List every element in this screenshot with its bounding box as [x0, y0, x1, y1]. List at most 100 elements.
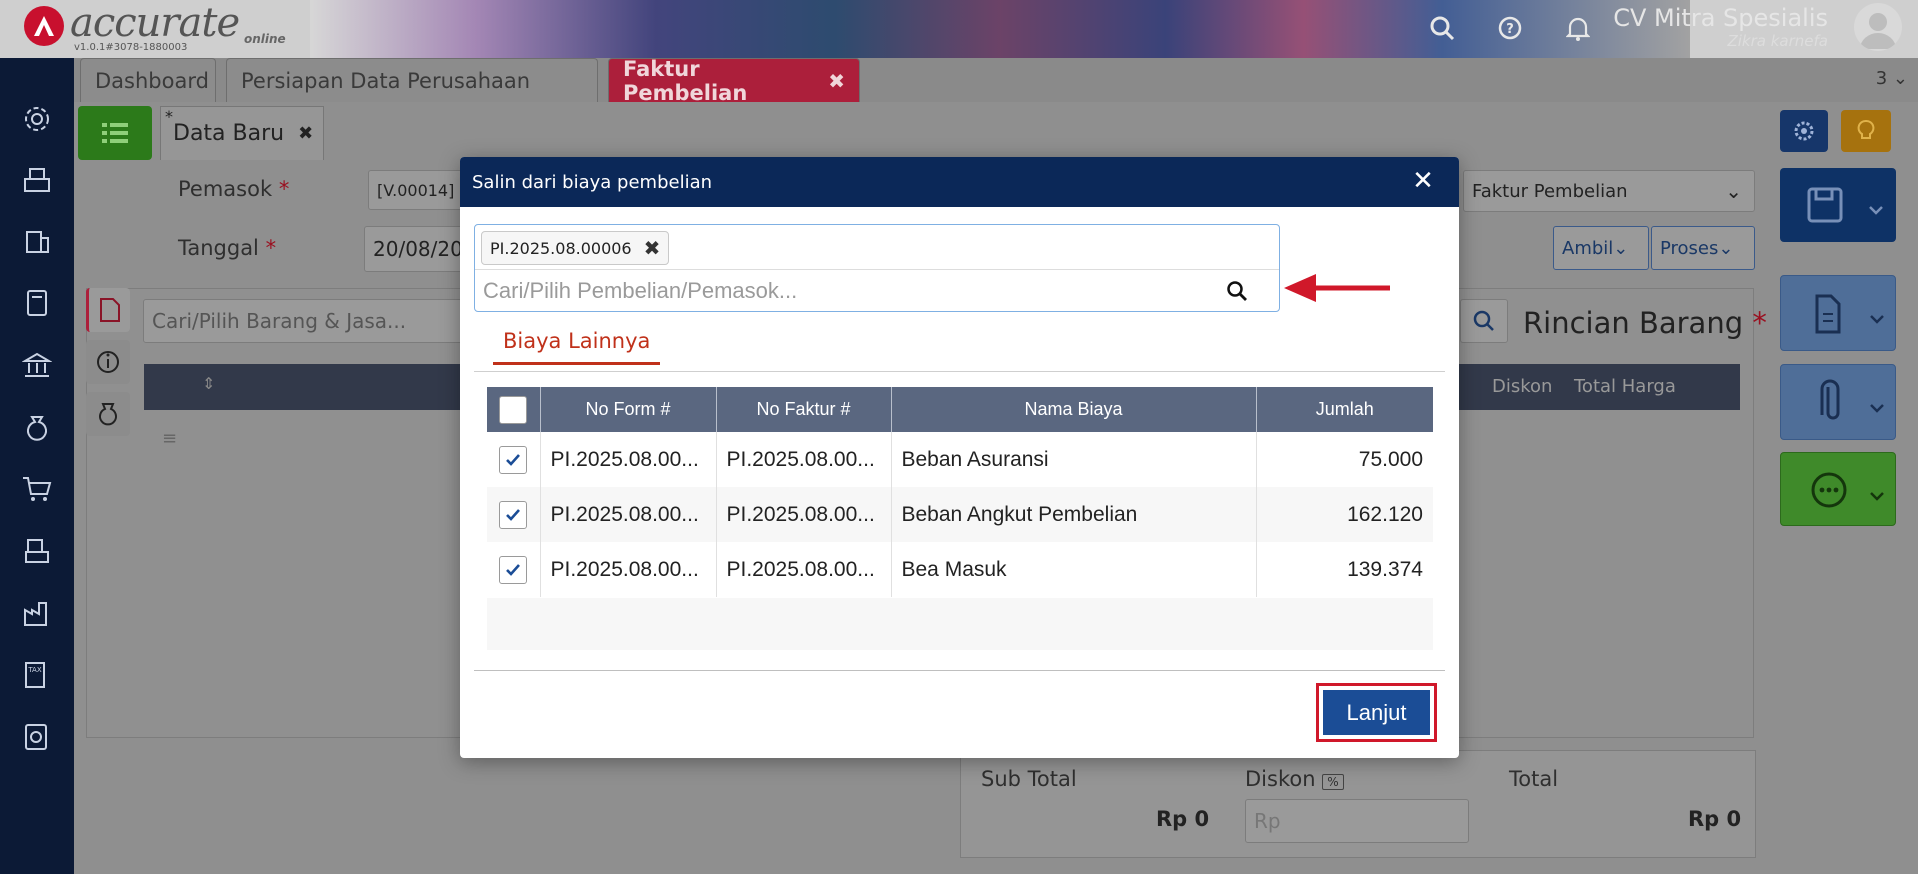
- row-checkbox[interactable]: [499, 445, 528, 474]
- no-form-cell: PI.2025.08.00...: [540, 542, 717, 597]
- nama-biaya-cell: Beban Angkut Pembelian: [891, 487, 1257, 542]
- close-form-icon[interactable]: ✖: [298, 123, 313, 144]
- select-all-cell: [487, 387, 541, 432]
- footer-divider: [474, 670, 1445, 671]
- no-faktur-cell: PI.2025.08.00...: [716, 432, 892, 487]
- col-no-form[interactable]: No Form #: [540, 387, 717, 432]
- table-empty-area: [487, 598, 1433, 650]
- diskon-percent-toggle[interactable]: %: [1322, 774, 1344, 790]
- row-checkbox[interactable]: [499, 500, 528, 529]
- proses-label: Proses: [1660, 237, 1719, 259]
- item-search-input[interactable]: Cari/Pilih Barang & Jasa...: [143, 299, 473, 343]
- tab-dashboard[interactable]: Dashboard: [80, 58, 216, 102]
- item-search-button[interactable]: [1460, 299, 1508, 343]
- settings-icon[interactable]: [19, 101, 55, 137]
- jumlah-cell: 139.374: [1347, 557, 1423, 581]
- lanjut-button[interactable]: Lanjut: [1323, 690, 1430, 735]
- list-view-button[interactable]: [78, 106, 152, 160]
- no-form-cell: PI.2025.08.00...: [540, 432, 717, 487]
- tab-biaya-lainnya[interactable]: Biaya Lainnya: [493, 319, 661, 365]
- logo-word: accurate: [70, 0, 240, 46]
- company-info[interactable]: CV Mitra Spesialis Zikra karnefa: [1613, 4, 1828, 50]
- version-text: v1.0.1#3078-1880003: [74, 42, 188, 53]
- document-type-select[interactable]: Faktur Pembelian ⌄: [1463, 170, 1755, 212]
- book-icon[interactable]: [19, 285, 55, 321]
- row-check-cell: [487, 542, 541, 597]
- cost-table: No Form # No Faktur # Nama Biaya Jumlah …: [487, 387, 1433, 597]
- chip-label: PI.2025.08.00006: [490, 238, 632, 258]
- purchase-selector[interactable]: PI.2025.08.00006 ✖: [474, 224, 1280, 312]
- table-row[interactable]: PI.2025.08.00... PI.2025.08.00... Beban …: [487, 432, 1433, 487]
- attachment-button[interactable]: [1780, 364, 1896, 440]
- app-page: accurate online v1.0.1#3078-1880003 ? CV…: [0, 0, 1918, 874]
- proses-button[interactable]: Proses ⌄: [1651, 226, 1755, 270]
- ambil-label: Ambil: [1562, 237, 1614, 259]
- svg-text:?: ?: [1506, 22, 1514, 37]
- report-icon[interactable]: [19, 719, 55, 755]
- tab-dashboard-label: Dashboard: [95, 68, 209, 93]
- factory-icon[interactable]: [19, 595, 55, 631]
- sidebar: TAX: [0, 58, 74, 874]
- accurate-logo[interactable]: accurate online v1.0.1#3078-1880003: [24, 0, 304, 54]
- bank-icon[interactable]: [19, 347, 55, 383]
- building-icon[interactable]: [19, 223, 55, 259]
- selected-purchase-chip: PI.2025.08.00006 ✖: [481, 231, 670, 265]
- remove-chip-icon[interactable]: ✖: [644, 236, 661, 260]
- table-row[interactable]: PI.2025.08.00... PI.2025.08.00... Bea Ma…: [487, 542, 1433, 597]
- col-no-faktur[interactable]: No Faktur #: [716, 387, 892, 432]
- document-button[interactable]: [1780, 275, 1896, 351]
- settings-button[interactable]: [1780, 110, 1828, 152]
- tab-persiapan-data[interactable]: Persiapan Data Perusahaan: [226, 58, 598, 102]
- lightbulb-button[interactable]: [1841, 110, 1891, 152]
- subtotal-label: Sub Total: [981, 767, 1077, 791]
- col-jumlah[interactable]: Jumlah: [1256, 387, 1433, 432]
- diskon-input[interactable]: Rp: [1245, 799, 1469, 843]
- search-icon[interactable]: [1424, 10, 1460, 46]
- close-icon[interactable]: ✕: [1411, 168, 1435, 194]
- select-all-checkbox[interactable]: [499, 395, 528, 424]
- row-menu-icon[interactable]: ≡: [162, 428, 177, 449]
- info-icon[interactable]: [86, 340, 130, 384]
- help-icon[interactable]: ?: [1492, 10, 1528, 46]
- tab-count-dropdown[interactable]: 3 ⌄: [1876, 68, 1908, 89]
- accurate-logo-icon: [24, 6, 64, 46]
- table-row[interactable]: PI.2025.08.00... PI.2025.08.00... Beban …: [487, 487, 1433, 542]
- tab-faktur-pembelian[interactable]: Faktur Pembelian ✖: [608, 57, 860, 105]
- money-bag-icon[interactable]: [19, 409, 55, 445]
- item-search-placeholder: Cari/Pilih Barang & Jasa...: [152, 309, 407, 333]
- col-nama-biaya[interactable]: Nama Biaya: [891, 387, 1257, 432]
- tab-data-baru-label: Data Baru: [173, 121, 285, 146]
- ambil-button[interactable]: Ambil ⌄: [1553, 226, 1649, 270]
- doc-tab-icon[interactable]: [86, 288, 130, 332]
- cart-icon[interactable]: [19, 471, 55, 507]
- tax-icon[interactable]: TAX: [19, 657, 55, 693]
- tab-data-baru[interactable]: * Data Baru ✖: [160, 106, 324, 160]
- save-button[interactable]: [1780, 168, 1896, 242]
- annotation-arrow-icon: [1282, 270, 1392, 306]
- rincian-title: Rincian Barang *: [1523, 306, 1767, 340]
- cost-tab-icon[interactable]: [86, 392, 130, 436]
- row-check-cell: [487, 487, 541, 542]
- tab-persiapan-label: Persiapan Data Perusahaan: [241, 68, 531, 93]
- sort-icon[interactable]: ⇕: [202, 374, 215, 393]
- company-name: CV Mitra Spesialis: [1613, 4, 1828, 32]
- tabs-bar: Dashboard Persiapan Data Perusahaan Fakt…: [74, 57, 1918, 105]
- document-type-value: Faktur Pembelian: [1472, 180, 1628, 202]
- tab-divider: [474, 371, 1445, 372]
- purchase-search-input[interactable]: [475, 277, 1215, 304]
- search-icon[interactable]: [1225, 279, 1249, 303]
- printer-icon[interactable]: [19, 163, 55, 199]
- tanggal-field[interactable]: 20/08/202: [364, 226, 476, 272]
- avatar[interactable]: [1854, 3, 1902, 51]
- inventory-icon[interactable]: [19, 533, 55, 569]
- pemasok-field[interactable]: [V.00014]: [368, 170, 468, 210]
- more-options-button[interactable]: [1780, 452, 1896, 526]
- svg-text:TAX: TAX: [27, 666, 42, 674]
- col-diskon: Diskon: [1492, 376, 1553, 397]
- row-checkbox[interactable]: [499, 555, 528, 584]
- tab-biaya-lainnya-label: Biaya Lainnya: [503, 328, 651, 353]
- header-decoration: [310, 0, 1690, 58]
- unsaved-mark: *: [165, 107, 173, 126]
- close-tab-icon[interactable]: ✖: [828, 69, 845, 93]
- bell-icon[interactable]: [1560, 10, 1596, 46]
